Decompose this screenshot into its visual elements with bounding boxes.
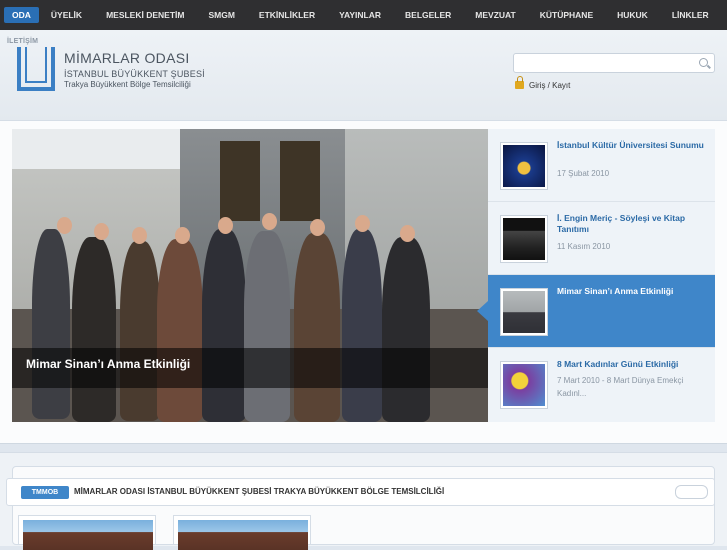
photo-head — [57, 217, 72, 234]
photo-door — [280, 141, 320, 221]
photo-head — [400, 225, 415, 242]
login-link[interactable]: Giriş / Kayıt — [529, 81, 570, 90]
slider-item-active[interactable]: Mimar Sinan’ı Anma Etkinliği — [477, 275, 715, 348]
photo-door — [220, 141, 260, 221]
lock-icon — [515, 76, 524, 89]
photo-person — [202, 229, 246, 422]
news-date: 7 Mart 2010 - 8 Mart Dünya Emekçi Kadınl… — [557, 376, 684, 398]
ticker-control-button[interactable] — [675, 485, 708, 499]
logo-tagline: Trakya Büyükkent Bölge Temsilciliği — [64, 80, 191, 89]
nav-item-linkler[interactable]: LİNKLER — [660, 7, 721, 23]
news-thumbnail — [500, 142, 548, 190]
nav-item-belgeler[interactable]: BELGELER — [393, 7, 463, 23]
photo-head — [175, 227, 190, 244]
photo-person — [382, 237, 430, 422]
photo-sky — [12, 129, 182, 169]
slider-news-list: İstanbul Kültür Üniversitesi Sunumu 17 Ş… — [477, 129, 715, 422]
search-input[interactable] — [513, 53, 715, 73]
slider-caption[interactable]: Mimar Sinan’ı Anma Etkinliği — [26, 357, 190, 371]
nav-item-yayinlar[interactable]: YAYINLAR — [327, 7, 393, 23]
logo-title[interactable]: MİMARLAR ODASI — [64, 50, 190, 66]
photo-person — [342, 229, 382, 422]
logo-icon[interactable] — [17, 47, 55, 91]
subnav-item-iletisim[interactable]: İLETİŞİM — [7, 38, 38, 45]
nav-item-etkinlikler[interactable]: ETKİNLİKLER — [247, 7, 327, 23]
logo-subtitle: İSTANBUL BÜYÜKKENT ŞUBESİ — [64, 69, 205, 79]
gallery-card-image — [178, 520, 308, 550]
news-title: İ. Engin Meriç - Söyleşi ve Kitap Tanıtı… — [557, 213, 686, 234]
slider-item[interactable]: 8 Mart Kadınlar Günü Etkinliği 7 Mart 20… — [488, 348, 715, 421]
search-icon[interactable] — [699, 58, 708, 67]
nav-item-kutuphane[interactable]: KÜTÜPHANE — [528, 7, 605, 23]
photo-head — [262, 213, 277, 230]
news-title: Mimar Sinan’ı Anma Etkinliği — [557, 286, 674, 296]
photo-person — [72, 237, 116, 422]
gallery-card-image — [23, 520, 153, 550]
nav-item-mevzuat[interactable]: MEVZUAT — [463, 7, 527, 23]
gallery-card[interactable] — [18, 515, 156, 550]
nav-item-oda[interactable]: ODA — [4, 7, 39, 23]
news-thumbnail — [500, 361, 548, 409]
nav-item-mesleki-denetim[interactable]: MESLEKİ DENETİM — [94, 7, 196, 23]
ticker-badge[interactable]: TMMOB — [21, 486, 69, 499]
slider-item[interactable]: İ. Engin Meriç - Söyleşi ve Kitap Tanıtı… — [488, 202, 715, 275]
slider-item[interactable]: İstanbul Kültür Üniversitesi Sunumu 17 Ş… — [488, 129, 715, 202]
photo-person — [157, 239, 203, 422]
news-title: 8 Mart Kadınlar Günü Etkinliği — [557, 359, 679, 369]
nav-item-hukuk[interactable]: HUKUK — [605, 7, 660, 23]
photo-head — [218, 217, 233, 234]
gallery-card[interactable] — [173, 515, 311, 550]
photo-person — [32, 229, 70, 419]
nav-item-uyelik[interactable]: ÜYELİK — [39, 7, 94, 23]
news-thumbnail — [500, 288, 548, 336]
ticker-text[interactable]: MİMARLAR ODASI İSTANBUL BÜYÜKKENT ŞUBESİ… — [74, 487, 444, 496]
photo-person — [244, 231, 290, 422]
news-date: 11 Kasım 2010 — [557, 242, 611, 251]
news-date: 17 Şubat 2010 — [557, 169, 610, 178]
nav-item-smgm[interactable]: SMGM — [196, 7, 246, 23]
photo-head — [355, 215, 370, 232]
news-thumbnail — [500, 215, 548, 263]
photo-person — [120, 241, 160, 421]
photo-head — [132, 227, 147, 244]
top-navigation: ODA ÜYELİK MESLEKİ DENETİM SMGM ETKİNLİK… — [0, 0, 727, 31]
news-title: İstanbul Kültür Üniversitesi Sunumu — [557, 140, 704, 150]
photo-head — [310, 219, 325, 236]
photo-person — [294, 233, 340, 422]
photo-head — [94, 223, 109, 240]
